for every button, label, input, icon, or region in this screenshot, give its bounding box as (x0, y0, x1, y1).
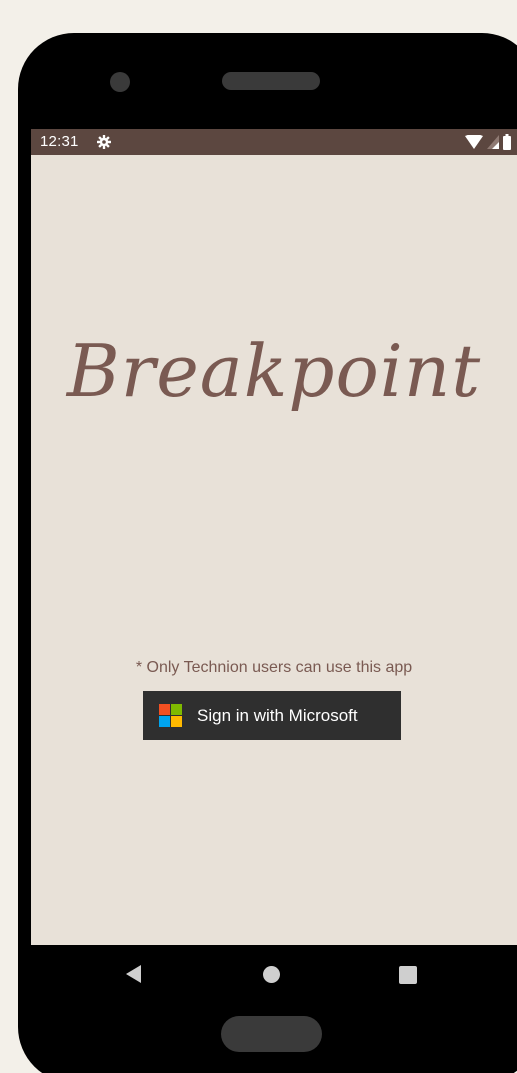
gear-icon (97, 135, 111, 149)
navigation-bar (31, 945, 517, 1005)
earpiece-speaker (222, 72, 320, 90)
wifi-icon (465, 135, 483, 149)
page: 12:31 Breakpoint * Only Technion users c… (0, 0, 517, 1073)
status-icons (465, 134, 511, 150)
technion-users-note: * Only Technion users can use this app (135, 659, 413, 676)
signal-icon (487, 135, 499, 149)
sign-in-microsoft-button[interactable]: Sign in with Microsoft (143, 691, 401, 740)
microsoft-logo-icon (159, 704, 182, 727)
app-title: Breakpoint (66, 329, 482, 413)
status-bar: 12:31 (31, 129, 517, 155)
sign-in-label: Sign in with Microsoft (197, 705, 358, 725)
front-camera (110, 72, 130, 92)
back-icon[interactable] (126, 965, 141, 983)
app-screen: 12:31 Breakpoint * Only Technion users c… (31, 129, 517, 945)
recents-icon[interactable] (399, 966, 417, 984)
home-icon[interactable] (263, 966, 280, 983)
battery-icon (503, 134, 511, 150)
status-time: 12:31 (40, 133, 79, 150)
physical-home-button[interactable] (221, 1016, 322, 1052)
